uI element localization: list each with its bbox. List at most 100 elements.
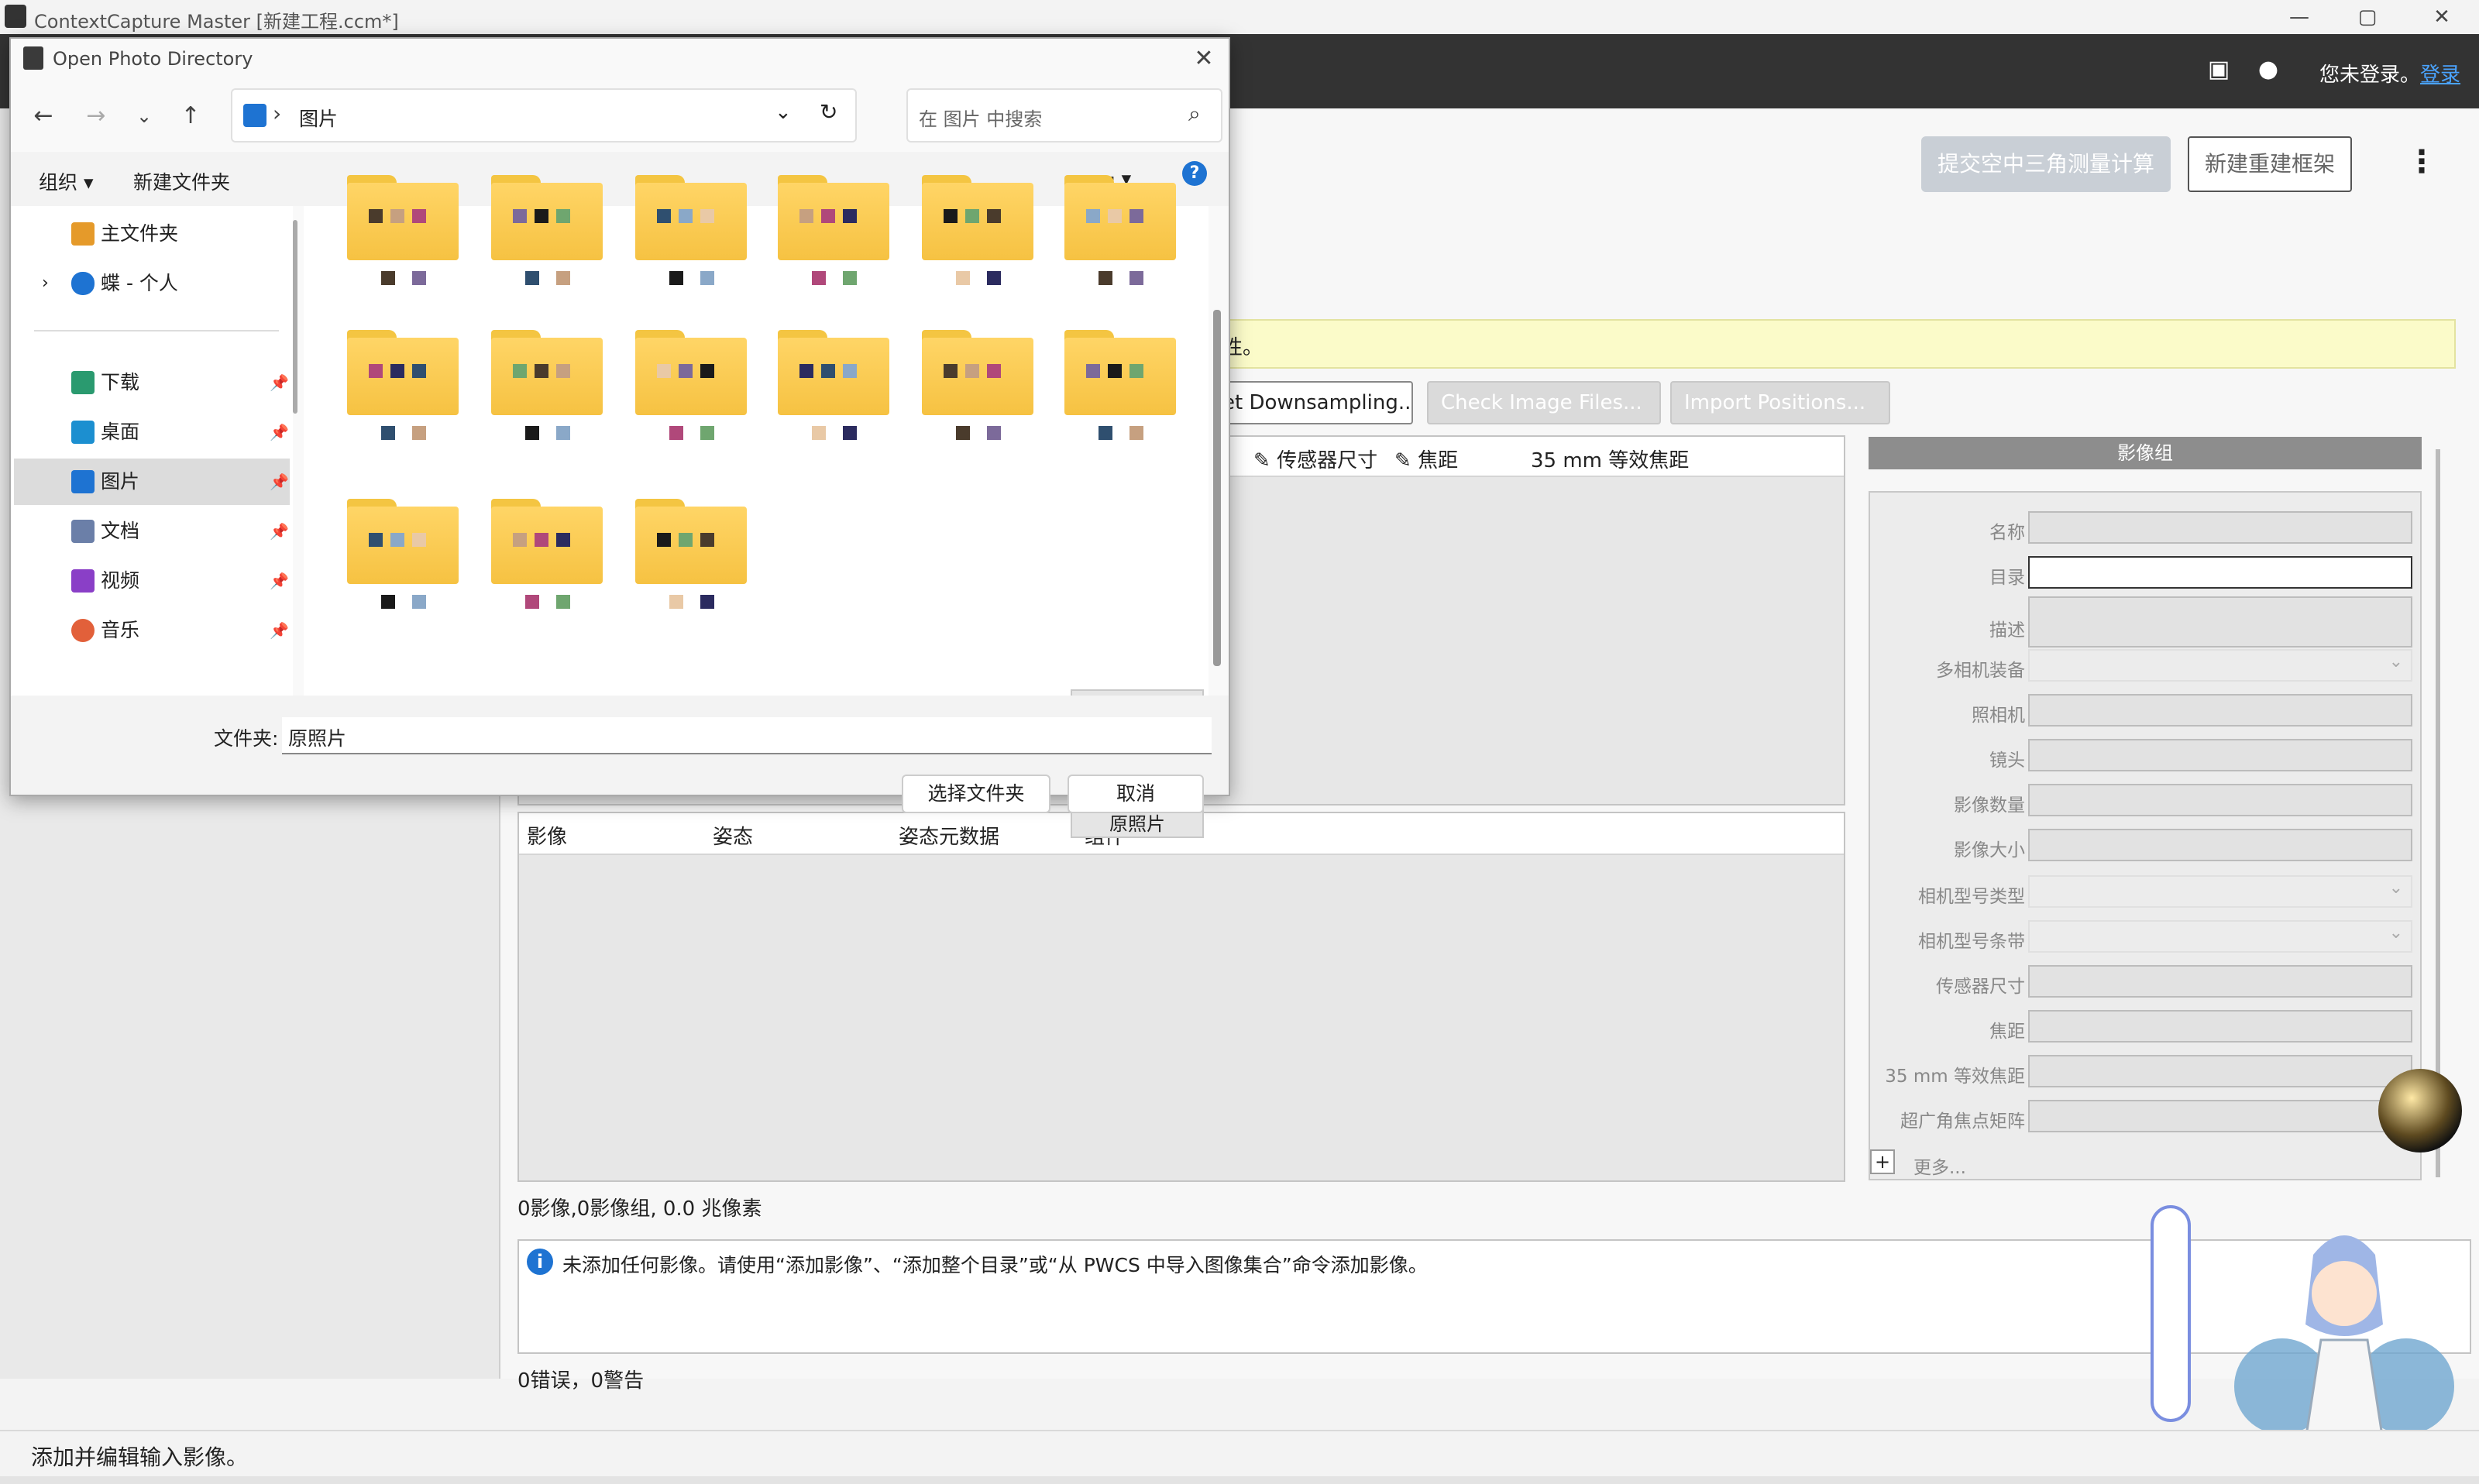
folder-item[interactable] (491, 175, 603, 260)
prop-field[interactable] (2028, 1055, 2412, 1087)
prop-field[interactable] (2028, 920, 2412, 953)
recent-dropdown-icon[interactable]: ⌄ (127, 99, 161, 133)
organize-menu[interactable]: 组织 ▾ (39, 167, 94, 195)
col-35mm-focal[interactable]: 35 mm 等效焦距 (1531, 445, 1689, 473)
prop-field[interactable] (2028, 556, 2412, 589)
folder-item[interactable] (1064, 175, 1176, 260)
col-pose-metadata[interactable]: 姿态元数据 (899, 821, 999, 850)
props-scrollbar[interactable] (2436, 449, 2440, 1177)
search-input[interactable]: 在 图片 中搜索 (919, 104, 1042, 131)
folder-item[interactable] (347, 330, 459, 415)
select-folder-button[interactable]: 选择文件夹 (902, 775, 1050, 813)
pin-icon[interactable]: 📌 (270, 508, 289, 555)
lightbulb-icon[interactable]: ● (2254, 56, 2282, 84)
nav-documents[interactable]: 文档 📌 (34, 508, 290, 555)
check-image-files-button[interactable]: Check Image Files... (1427, 381, 1661, 424)
folder-label-blurred (1099, 271, 1112, 285)
folder-label-blurred (525, 426, 539, 440)
folder-item[interactable] (635, 330, 747, 415)
refresh-icon[interactable]: ↻ (820, 99, 837, 125)
folder-label-blurred (412, 271, 426, 285)
desktop-icon (71, 421, 95, 444)
prop-field[interactable] (2028, 875, 2412, 908)
folder-item[interactable] (778, 330, 889, 415)
nav-pictures[interactable]: 图片 📌 (14, 459, 290, 505)
nav-scrollbar[interactable] (293, 220, 297, 414)
address-bar[interactable]: › 图片 ⌄ ↻ (231, 88, 857, 143)
prop-field[interactable] (2028, 965, 2412, 998)
folder-item[interactable] (347, 175, 459, 260)
nav-label: 文档 (101, 520, 140, 542)
import-positions-button[interactable]: Import Positions... (1670, 381, 1890, 424)
breadcrumb[interactable]: 图片 (299, 104, 338, 132)
more-expand-button[interactable]: + (1870, 1149, 1895, 1174)
nav-videos[interactable]: 视频 📌 (34, 558, 290, 604)
prop-field[interactable] (2028, 829, 2412, 861)
pin-icon[interactable]: 📌 (270, 607, 289, 654)
dialog-close-icon[interactable]: ✕ (1187, 43, 1221, 74)
pictures-icon (243, 104, 266, 127)
back-arrow-icon[interactable]: ← (26, 99, 60, 133)
folder-name-input[interactable]: 原照片 (282, 717, 1212, 754)
nav-onedrive[interactable]: › 蝶 - 个人 (34, 260, 290, 307)
nav-music[interactable]: 音乐 📌 (34, 607, 290, 654)
prop-field[interactable] (2028, 739, 2412, 771)
minimize-button[interactable]: — (2268, 2, 2330, 33)
up-arrow-icon[interactable]: ↑ (174, 99, 208, 133)
col-image[interactable]: 影像 (527, 821, 567, 850)
pin-icon[interactable]: 📌 (270, 459, 289, 505)
pin-icon[interactable]: 📌 (270, 359, 289, 406)
pin-icon[interactable]: 📌 (270, 558, 289, 604)
grid-scrollbar[interactable] (1213, 310, 1221, 666)
new-folder-button[interactable]: 新建文件夹 (133, 167, 230, 195)
folder-item[interactable] (778, 175, 889, 260)
address-dropdown-icon[interactable]: ⌄ (775, 101, 792, 124)
close-button[interactable]: ✕ (2411, 2, 2473, 33)
search-icon[interactable]: ⌕ (1188, 101, 1201, 127)
folder-item[interactable] (635, 499, 747, 584)
maximize-button[interactable]: ▢ (2336, 2, 2398, 33)
new-reconstruction-button[interactable]: 新建重建框架 (2188, 136, 2352, 192)
help-icon[interactable]: ? (1182, 161, 1207, 186)
submit-aerotriangulation-button[interactable]: 提交空中三角测量计算 (1921, 136, 2171, 192)
folder-label-blurred (381, 271, 395, 285)
prop-label: 相机型号条带 (1918, 932, 2025, 952)
folder-item[interactable] (922, 330, 1033, 415)
folder-item[interactable] (347, 499, 459, 584)
cancel-button[interactable]: 取消 (1068, 775, 1204, 813)
search-box[interactable]: 在 图片 中搜索 ⌕ (906, 88, 1222, 143)
folder-item[interactable] (1064, 330, 1176, 415)
status-text: 添加并编辑输入影像。 (31, 1444, 249, 1470)
nav-home[interactable]: 主文件夹 (34, 211, 290, 257)
folder-item[interactable] (491, 330, 603, 415)
save-icon[interactable]: ▣ (2205, 56, 2233, 84)
more-menu-icon[interactable]: ⋮ (2406, 144, 2437, 180)
prop-field[interactable] (2028, 1010, 2412, 1043)
downsampling-button[interactable]: et Downsampling... (1209, 381, 1413, 424)
documents-icon (71, 520, 95, 543)
folder-label-blurred (843, 271, 857, 285)
login-link[interactable]: 登录 (2420, 64, 2460, 87)
prop-field[interactable] (2028, 596, 2412, 648)
folder-label-blurred (381, 426, 395, 440)
folder-item[interactable] (635, 175, 747, 260)
col-focal-length[interactable]: ✎ 焦距 (1394, 445, 1458, 473)
mascot-banner-decoration (2151, 1205, 2191, 1422)
folder-item[interactable] (491, 499, 603, 584)
prop-field[interactable] (2028, 784, 2412, 816)
prop-field[interactable] (2028, 1100, 2412, 1132)
more-label[interactable]: 更多... (1913, 1153, 1966, 1179)
prop-field[interactable] (2028, 511, 2412, 544)
pin-icon[interactable]: 📌 (270, 409, 289, 455)
expand-chevron-icon[interactable]: › (42, 260, 49, 307)
forward-arrow-icon[interactable]: → (79, 99, 113, 133)
prop-field[interactable] (2028, 649, 2412, 682)
prop-field[interactable] (2028, 694, 2412, 727)
status-bar: 添加并编辑输入影像。 (0, 1430, 2479, 1476)
col-pose[interactable]: 姿态 (713, 821, 753, 850)
folder-item[interactable] (922, 175, 1033, 260)
nav-desktop[interactable]: 桌面 📌 (34, 409, 290, 455)
nav-label: 下载 (101, 371, 140, 393)
nav-downloads[interactable]: 下载 📌 (34, 359, 290, 406)
col-sensor-size[interactable]: ✎ 传感器尺寸 (1253, 445, 1377, 473)
